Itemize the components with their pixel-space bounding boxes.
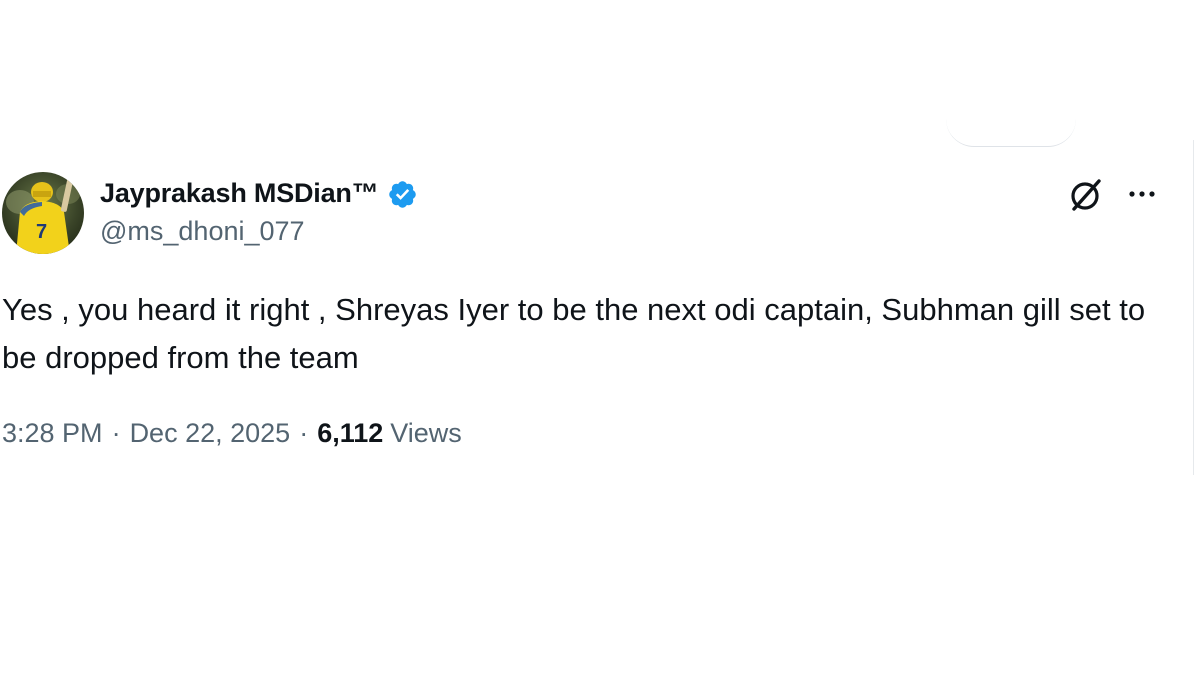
tweet-screenshot: 7 Jayprakash MSDian™ @ms_dhoni_077 Yes ,… (0, 0, 1200, 675)
user-handle[interactable]: @ms_dhoni_077 (100, 216, 305, 247)
right-edge-divider (1193, 140, 1194, 475)
tweet-meta: 3:28 PM · Dec 22, 2025 · 6,112 Views (2, 418, 462, 449)
verified-badge-icon[interactable] (387, 179, 418, 210)
views-count[interactable]: 6,112 (317, 418, 383, 449)
display-name[interactable]: Jayprakash MSDian™ (100, 178, 379, 209)
views-label[interactable]: Views (390, 418, 462, 449)
meta-separator: · (111, 418, 121, 448)
tweet-time[interactable]: 3:28 PM (2, 418, 103, 449)
svg-text:7: 7 (36, 221, 47, 243)
avatar[interactable]: 7 (2, 172, 84, 254)
grok-icon[interactable] (1068, 176, 1106, 214)
display-name-row: Jayprakash MSDian™ (100, 175, 418, 211)
more-horizontal-icon[interactable] (1124, 182, 1160, 206)
tweet-date[interactable]: Dec 22, 2025 (130, 418, 291, 449)
top-pill-remnant (946, 118, 1076, 147)
tweet-text: Yes , you heard it right , Shreyas Iyer … (2, 292, 1146, 375)
meta-separator: · (299, 418, 309, 448)
